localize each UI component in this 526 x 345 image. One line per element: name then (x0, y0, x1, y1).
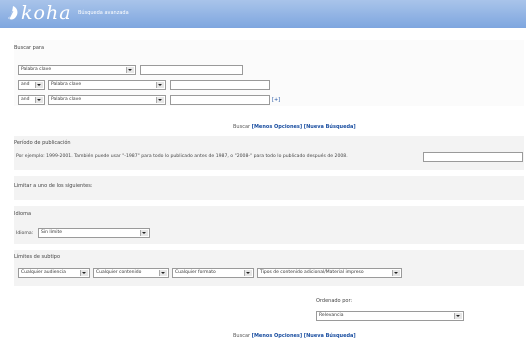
content-type-select-value: Tipos de contenido adicional/Material im… (260, 270, 364, 275)
language-label: Idioma: (16, 231, 34, 236)
language-section-title: Idioma (14, 211, 32, 217)
index-select-3-value: Palabra clave (51, 97, 82, 102)
header-bar: koha Búsqueda avanzada (0, 0, 526, 28)
chevron-down-icon (158, 99, 162, 101)
chevron-down-icon (456, 315, 460, 317)
operator-select-3[interactable]: and (18, 95, 45, 105)
language-select-value: Sin límite (41, 230, 63, 235)
search-for-label: Buscar para (14, 45, 45, 51)
koha-logo[interactable]: koha (6, 1, 72, 25)
chevron-down-icon (158, 84, 162, 86)
search-input-1[interactable] (140, 65, 243, 75)
chevron-down-icon (128, 69, 132, 71)
content-select-value: Cualquier contenido (96, 270, 142, 275)
language-section (14, 206, 524, 244)
chevron-down-icon (37, 99, 41, 101)
language-select[interactable]: Sin límite (38, 228, 150, 238)
search-button-bottom[interactable]: Buscar (233, 333, 250, 339)
operator-select-2[interactable]: and (18, 80, 45, 90)
page-title: Búsqueda avanzada (78, 10, 129, 16)
pub-period-hint: Por ejemplo: 1999-2001. También puede us… (16, 154, 348, 159)
sort-label: Ordenado por: (316, 298, 353, 304)
index-select-1-value: Palabra clave (21, 67, 52, 72)
limit-label: Limitar a uno de los siguientes: (14, 183, 93, 189)
chevron-down-icon (246, 272, 250, 274)
index-select-2-value: Palabra clave (51, 82, 82, 87)
sort-select[interactable]: Relevancia (316, 311, 464, 321)
actions-top: Buscar [Menos Opciones] [Nueva Búsqueda] (233, 124, 356, 130)
new-search-link[interactable]: [Nueva Búsqueda] (304, 124, 356, 130)
actions-bottom: Buscar [Menos Opciones] [Nueva Búsqueda] (233, 333, 356, 339)
content-select[interactable]: Cualquier contenido (93, 268, 169, 278)
format-select[interactable]: Cualquier formato (172, 268, 254, 278)
operator-select-3-value: and (21, 97, 30, 102)
format-select-value: Cualquier formato (175, 270, 216, 275)
index-select-3[interactable]: Palabra clave (48, 95, 166, 105)
audience-select[interactable]: Cualquier audiencia (18, 268, 90, 278)
logo-text: koha (21, 2, 72, 24)
search-button[interactable]: Buscar (233, 124, 250, 130)
fewer-options-link-bottom[interactable]: [Menos Opciones] (252, 333, 303, 339)
chevron-down-icon (394, 272, 398, 274)
leaf-icon (8, 6, 18, 20)
add-row-link[interactable]: [+] (272, 97, 280, 103)
audience-select-value: Cualquier audiencia (21, 270, 66, 275)
search-input-3[interactable] (170, 95, 270, 105)
pub-period-label: Período de publicación (14, 140, 71, 146)
search-input-2[interactable] (170, 80, 270, 90)
pub-period-input[interactable] (423, 152, 523, 162)
chevron-down-icon (161, 272, 165, 274)
new-search-link-bottom[interactable]: [Nueva Búsqueda] (304, 333, 356, 339)
operator-select-2-value: and (21, 82, 30, 87)
sort-select-value: Relevancia (319, 313, 344, 318)
content-type-select[interactable]: Tipos de contenido adicional/Material im… (257, 268, 402, 278)
index-select-1[interactable]: Palabra clave (18, 65, 136, 75)
chevron-down-icon (82, 272, 86, 274)
chevron-down-icon (37, 84, 41, 86)
chevron-down-icon (142, 232, 146, 234)
fewer-options-link[interactable]: [Menos Opciones] (252, 124, 303, 130)
subtype-label: Límites de subtipo (14, 254, 61, 260)
index-select-2[interactable]: Palabra clave (48, 80, 166, 90)
